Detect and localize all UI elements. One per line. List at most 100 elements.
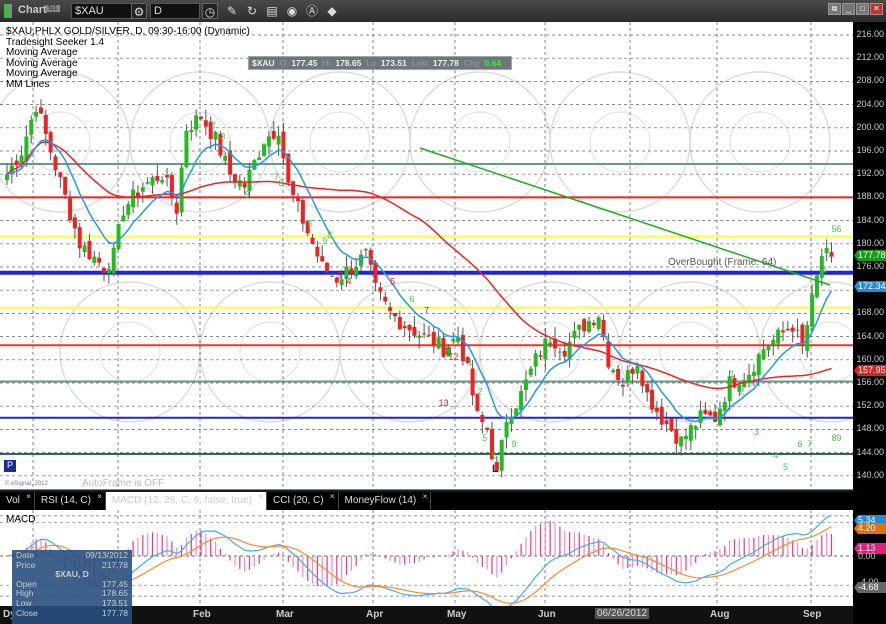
candle-body bbox=[727, 376, 732, 402]
clock-icon[interactable]: ◷ bbox=[202, 3, 218, 19]
close-tab-icon[interactable]: × bbox=[423, 492, 428, 501]
candle-body bbox=[126, 204, 131, 216]
low-marker: L bbox=[492, 463, 499, 475]
candle-body bbox=[160, 179, 165, 183]
candle-body bbox=[363, 249, 368, 251]
candle-body bbox=[300, 199, 305, 224]
candle-body bbox=[383, 296, 388, 302]
candle-body bbox=[824, 247, 829, 253]
quote-low: 173.51 bbox=[380, 58, 407, 68]
legend-ma-3[interactable]: Moving Average bbox=[6, 68, 78, 79]
candle-body bbox=[417, 335, 422, 339]
price-tick: 176.00 bbox=[856, 261, 884, 271]
candle-body bbox=[412, 326, 417, 336]
refresh-icon[interactable]: ↻ bbox=[244, 3, 260, 19]
candle-body bbox=[111, 247, 116, 274]
close-button[interactable]: ✕ bbox=[870, 3, 883, 15]
candle-body bbox=[499, 439, 504, 471]
tip-close-label: Close bbox=[16, 607, 38, 618]
price-chart[interactable]: 2 3 7 8 9 5 8 9 3 4 5 6 7 11 12 13 1 2 5 6 9 1 2 3 4 5 6 7 8 9 4 5 6 $XA… bbox=[0, 22, 853, 490]
tab-vol[interactable]: Vol × bbox=[0, 492, 35, 510]
candle-body bbox=[262, 144, 267, 156]
legend-mm-lines[interactable]: MM Lines bbox=[6, 79, 49, 90]
studies-icon[interactable]: ▤ bbox=[264, 3, 280, 19]
candle-body bbox=[53, 156, 58, 171]
seeker-count-label: 4 bbox=[773, 450, 778, 460]
date-label-apr: Apr bbox=[366, 609, 384, 620]
candle-body bbox=[402, 326, 407, 329]
interval-select[interactable]: D bbox=[150, 3, 200, 19]
murrey-circle bbox=[309, 111, 371, 173]
candle-body bbox=[150, 177, 155, 186]
candle-body bbox=[761, 349, 766, 360]
candle-body bbox=[121, 215, 126, 222]
seeker-count-label: 7 bbox=[807, 439, 812, 449]
candle-body bbox=[213, 131, 218, 140]
copyright: © eSignal, 2012 bbox=[5, 481, 48, 487]
murrey-circle bbox=[549, 71, 691, 213]
symbol-settings-icon[interactable]: ⚙ bbox=[131, 3, 147, 19]
candle-body bbox=[616, 369, 621, 380]
candle-body bbox=[562, 350, 567, 357]
cursor-icon[interactable]: ◆ bbox=[324, 3, 340, 19]
tab-label: MACD (12, 26, C, 9, false, true) bbox=[111, 495, 252, 506]
link-window-button[interactable]: ⧉ bbox=[828, 3, 841, 15]
candle-body bbox=[635, 365, 640, 374]
seeker-count-label: 9 bbox=[836, 433, 841, 443]
legend-ma-1[interactable]: Moving Average bbox=[6, 47, 78, 58]
candle-body bbox=[781, 330, 785, 333]
price-tick: 156.00 bbox=[856, 377, 884, 387]
murrey-circle bbox=[589, 111, 651, 173]
candle-body bbox=[58, 172, 63, 178]
close-tab-icon[interactable]: × bbox=[26, 492, 31, 501]
candle-body bbox=[596, 317, 601, 329]
quote-high: 178.65 bbox=[335, 58, 362, 68]
candle-body bbox=[271, 131, 276, 139]
price-tick: 200.00 bbox=[856, 121, 884, 132]
tab-cci[interactable]: CCI (20, C) × bbox=[267, 492, 339, 510]
candle-body bbox=[281, 131, 286, 159]
legend-symbol: $XAU,PHLX GOLD/SILVER, D, 09:30-16:00 (D… bbox=[6, 26, 250, 37]
murrey-circle bbox=[689, 71, 831, 213]
candle-body bbox=[199, 116, 203, 119]
murrey-circle bbox=[449, 111, 511, 173]
candle-body bbox=[519, 390, 524, 411]
close-tab-icon[interactable]: × bbox=[258, 492, 263, 501]
link-badge[interactable]: 5|1 bbox=[46, 5, 60, 12]
candle-body bbox=[669, 418, 674, 431]
tip-price-label: Price bbox=[16, 559, 36, 570]
candle-body bbox=[155, 175, 160, 181]
slow-ma-badge: 157.95 bbox=[854, 365, 886, 376]
maximize-button[interactable]: □ bbox=[856, 3, 869, 15]
price-tick: 204.00 bbox=[856, 98, 884, 109]
fast-ma-badge: 172.34 bbox=[854, 281, 886, 292]
candle-body bbox=[451, 338, 456, 342]
tab-rsi[interactable]: RSI (14, C) × bbox=[35, 492, 106, 510]
candle-body bbox=[645, 384, 650, 393]
price-tick: 184.00 bbox=[856, 214, 884, 225]
tab-moneyflow[interactable]: MoneyFlow (14) × bbox=[339, 492, 432, 510]
price-tick: 160.00 bbox=[856, 353, 884, 364]
murrey-circle bbox=[99, 321, 161, 383]
pencil-icon[interactable]: ✎ bbox=[224, 3, 240, 19]
seeker-count-label: 4 bbox=[347, 276, 352, 286]
minimize-button[interactable]: _ bbox=[842, 3, 855, 15]
candle-body bbox=[659, 407, 664, 425]
candle-body bbox=[87, 240, 92, 260]
murrey-circle bbox=[409, 71, 551, 213]
candle-body bbox=[203, 120, 208, 127]
price-plot: 2378958934 56711121312569123456 78 945 6 bbox=[0, 22, 853, 490]
close-tab-icon[interactable]: × bbox=[97, 492, 102, 501]
close-tab-icon[interactable]: × bbox=[330, 492, 335, 501]
tab-macd[interactable]: MACD (12, 26, C, 9, false, true) × bbox=[105, 492, 267, 510]
p-marker[interactable]: P bbox=[4, 460, 16, 472]
candle-body bbox=[38, 107, 43, 114]
candle-body bbox=[5, 174, 9, 181]
alert-icon[interactable]: Ⓐ bbox=[304, 3, 320, 19]
crosshair-date: 06/26/2012 bbox=[595, 608, 650, 619]
price-tick: 196.00 bbox=[856, 145, 884, 155]
seeker-count-label: 6 bbox=[798, 439, 803, 449]
play-icon[interactable]: ◉ bbox=[284, 3, 300, 19]
ma-10-line bbox=[6, 138, 833, 423]
seeker-count-label: 3 bbox=[337, 271, 342, 281]
